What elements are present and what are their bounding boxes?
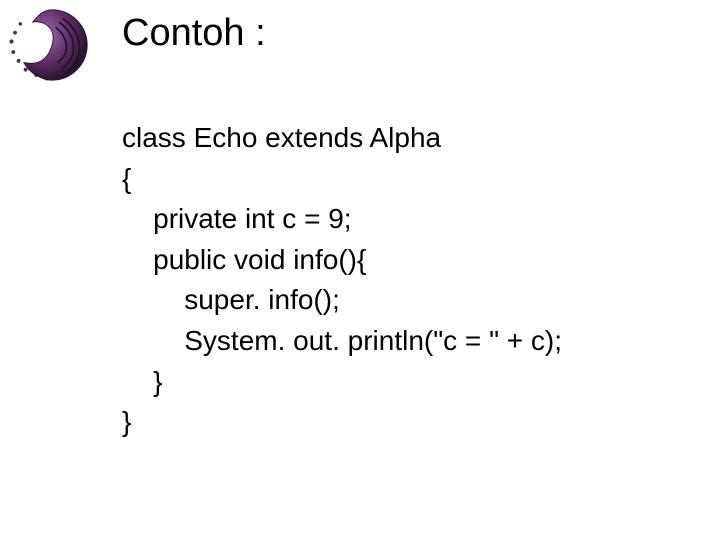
code-line: System. out. println("c = " + c); <box>122 325 562 356</box>
code-line: super. info(); <box>122 284 340 315</box>
code-line: } <box>122 366 162 397</box>
code-line: private int c = 9; <box>122 203 352 234</box>
code-line: public void info(){ <box>122 244 366 275</box>
code-line: } <box>122 406 131 437</box>
shell-logo-icon <box>8 6 96 84</box>
code-line: class Echo extends Alpha <box>122 122 441 153</box>
code-line: { <box>122 163 131 194</box>
slide-title: Contoh : <box>122 12 266 55</box>
code-example: class Echo extends Alpha { private int c… <box>122 118 562 443</box>
